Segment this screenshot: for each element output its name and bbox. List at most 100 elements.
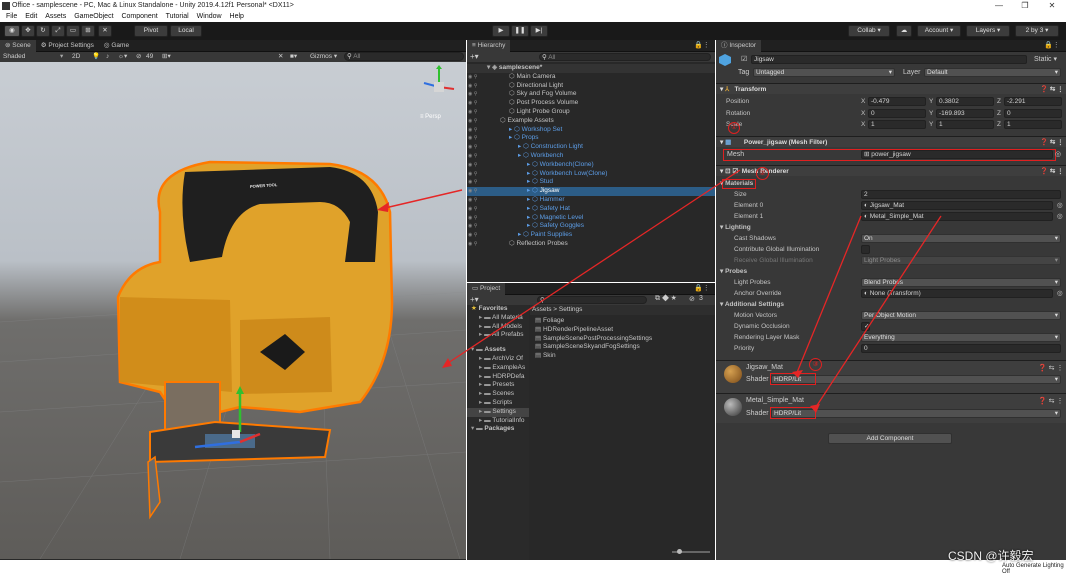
scene-viewport[interactable]: POWER TOOL ≡ Persp (0, 62, 466, 559)
gizmos-dropdown[interactable]: Gizmos ▾ (310, 52, 337, 62)
create-button[interactable]: +▾ (470, 52, 479, 61)
folder-icon: ▸ ▬ (479, 416, 493, 424)
hierarchy-row[interactable]: ◉ ⚲ ⬡ Directional Light (467, 82, 715, 91)
transform-tool-icon[interactable]: ⊞ (81, 25, 95, 37)
folder-icon: ▾ ▬ (471, 425, 485, 433)
lighting-toggle-icon[interactable]: 💡 (92, 52, 100, 62)
account-label: Account ▾ (924, 27, 954, 34)
close-button[interactable]: ✕ (1040, 0, 1064, 12)
rotate-tool-icon[interactable]: ↻ (36, 25, 50, 37)
hierarchy-row-label: Sky and Fog Volume (516, 90, 577, 98)
watermark: CSDN @许毅宏 (948, 549, 1034, 563)
project-tree-label: Presets (492, 381, 515, 389)
hierarchy-tabbar: ≡ Hierarchy 🔒⋮ (467, 40, 715, 52)
pivot-toggle[interactable]: Pivot (134, 25, 168, 37)
menu-assets[interactable]: Assets (45, 12, 66, 22)
hierarchy-toolbar: +▾ ⚲ All (467, 52, 715, 62)
shading-dropdown[interactable]: Shaded (3, 52, 25, 62)
inspector-panel: ⓘ Inspector 🔒⋮ ☑ Jigsaw Static ▾ Tag Unt… (716, 40, 1066, 560)
scene-tabbar: ⊚ Scene ⚙ Project Settings ◎ Game (0, 40, 466, 52)
main-toolbar: ◉ ✥ ↻ ⤢ ▭ ⊞ ✕ Pivot Local ▶ ❚❚ ▶| Collab… (0, 22, 1066, 40)
hierarchy-row-label: Directional Light (516, 81, 564, 89)
menu-file[interactable]: File (6, 12, 17, 22)
tab-scene-label: Scene (12, 42, 31, 49)
project-tree-item[interactable]: ▸ ▬ Scripts (467, 399, 529, 408)
collab-label: Collab ▾ (857, 27, 881, 34)
scene-toolbar: Shaded ▾ 2D 💡 ♪ ☼▾ ⊘ 49 ⊞▾ ✕ ■▾ Gizmos ▾… (0, 52, 466, 62)
tab-game[interactable]: ◎ Game (99, 40, 134, 52)
audio-toggle-icon[interactable]: ♪ (106, 52, 109, 62)
minimize-button[interactable]: — (987, 0, 1011, 12)
tab-hierarchy-label: Hierarchy (477, 42, 506, 49)
hierarchy-row[interactable]: ◉ ⚲ ⬡ Main Camera (467, 73, 715, 82)
status-text: Auto Generate Lighting Off (1002, 563, 1064, 575)
tab-hierarchy[interactable]: ≡ Hierarchy (467, 40, 511, 52)
project-tree-label: TutorialInfo (492, 416, 525, 424)
annotation-arrows (792, 215, 942, 413)
visibility-icon[interactable]: ◉ ⚲ (468, 82, 477, 91)
project-tree-item[interactable]: ▸ ▬ TutorialInfo (467, 417, 529, 426)
jigsaw-model (116, 160, 394, 520)
project-tree-item[interactable]: ▸ ▬ Settings (467, 407, 529, 417)
hidden-count: 49 (146, 53, 154, 60)
layout-dropdown[interactable]: 2 by 3 ▾ (1015, 25, 1059, 37)
local-toggle[interactable]: Local (170, 25, 202, 37)
scene-tools-icon[interactable]: ✕ (278, 52, 283, 62)
hierarchy-row-label: Main Camera (516, 72, 556, 80)
window-title-bar: Office - samplescene - PC, Mac & Linux S… (0, 0, 1066, 12)
play-button[interactable]: ▶ (492, 25, 510, 37)
project-tree-item[interactable]: ▸ ▬ Presets (467, 381, 529, 390)
move-tool-icon[interactable]: ✥ (21, 25, 35, 37)
unity-logo-icon (2, 2, 10, 10)
account-dropdown[interactable]: Account ▾ (917, 25, 961, 37)
menu-help[interactable]: Help (230, 12, 244, 22)
cloud-icon[interactable]: ☁ (896, 25, 912, 37)
pause-button[interactable]: ❚❚ (511, 25, 529, 37)
step-button[interactable]: ▶| (530, 25, 548, 37)
folder-icon: ▸ ▬ (479, 407, 493, 415)
project-tree-label: Scripts (492, 398, 513, 406)
tab-scene[interactable]: ⊚ Scene (0, 40, 36, 52)
hierarchy-row[interactable]: ▾ ◈ samplescene* (467, 64, 715, 73)
annotation-arrow-2 (442, 169, 741, 368)
2d-toggle[interactable]: 2D (72, 52, 80, 62)
visibility-icon[interactable]: ◉ ⚲ (468, 73, 477, 82)
project-tree-label: Settings (492, 407, 516, 415)
tab-project-settings-label: Project Settings (48, 42, 94, 49)
visibility-icon[interactable]: ◉ ⚲ (468, 90, 477, 99)
lock-icon[interactable]: 🔒⋮ (694, 41, 710, 49)
maximize-button[interactable]: ❐ (1013, 0, 1037, 12)
local-label: Local (178, 27, 194, 34)
menu-tutorial[interactable]: Tutorial (166, 12, 189, 22)
hierarchy-search-text: All (548, 54, 556, 61)
layers-dropdown[interactable]: Layers ▾ (966, 25, 1010, 37)
project-tree-item[interactable]: ▸ ▬ Scenes (467, 390, 529, 399)
hierarchy-search-input[interactable]: ⚲ All (539, 53, 711, 61)
scene-render (0, 160, 466, 559)
project-tree-item[interactable]: ▾ ▬ Packages (467, 425, 529, 434)
folder-icon: ▸ ▬ (479, 390, 493, 398)
tab-game-label: Game (111, 42, 130, 49)
menu-gameobject[interactable]: GameObject (74, 12, 113, 22)
grid-toggle-icon[interactable]: ⊞▾ (162, 52, 171, 62)
collab-button[interactable]: Collab ▾ (848, 25, 890, 37)
tab-project-settings[interactable]: ⚙ Project Settings (36, 40, 99, 52)
hidden-objects-icon[interactable]: ⊘ (136, 52, 141, 62)
hierarchy-row[interactable]: ◉ ⚲ ⬡ Sky and Fog Volume (467, 90, 715, 99)
effects-toggle-icon[interactable]: ☼▾ (118, 52, 127, 62)
custom-tool-icon[interactable]: ✕ (98, 25, 112, 37)
view-tool-icon[interactable]: ◉ (4, 25, 20, 37)
menu-edit[interactable]: Edit (25, 12, 37, 22)
scale-tool-icon[interactable]: ⤢ (51, 25, 65, 37)
camera-icon[interactable]: ■▾ (290, 52, 297, 62)
menu-window[interactable]: Window (197, 12, 222, 22)
project-tree-label: Scenes (492, 390, 515, 398)
shading-arrow-icon: ▾ (60, 53, 64, 60)
persp-label[interactable]: ≡ Persp (420, 114, 441, 120)
folder-icon: ▸ ▬ (479, 381, 493, 389)
rect-tool-icon[interactable]: ▭ (66, 25, 80, 37)
scene-search-input[interactable]: ⚲ All (344, 52, 464, 61)
menu-component[interactable]: Component (121, 12, 157, 22)
zoom-slider-handle[interactable] (677, 549, 682, 554)
hierarchy-row-label: samplescene* (498, 64, 543, 71)
